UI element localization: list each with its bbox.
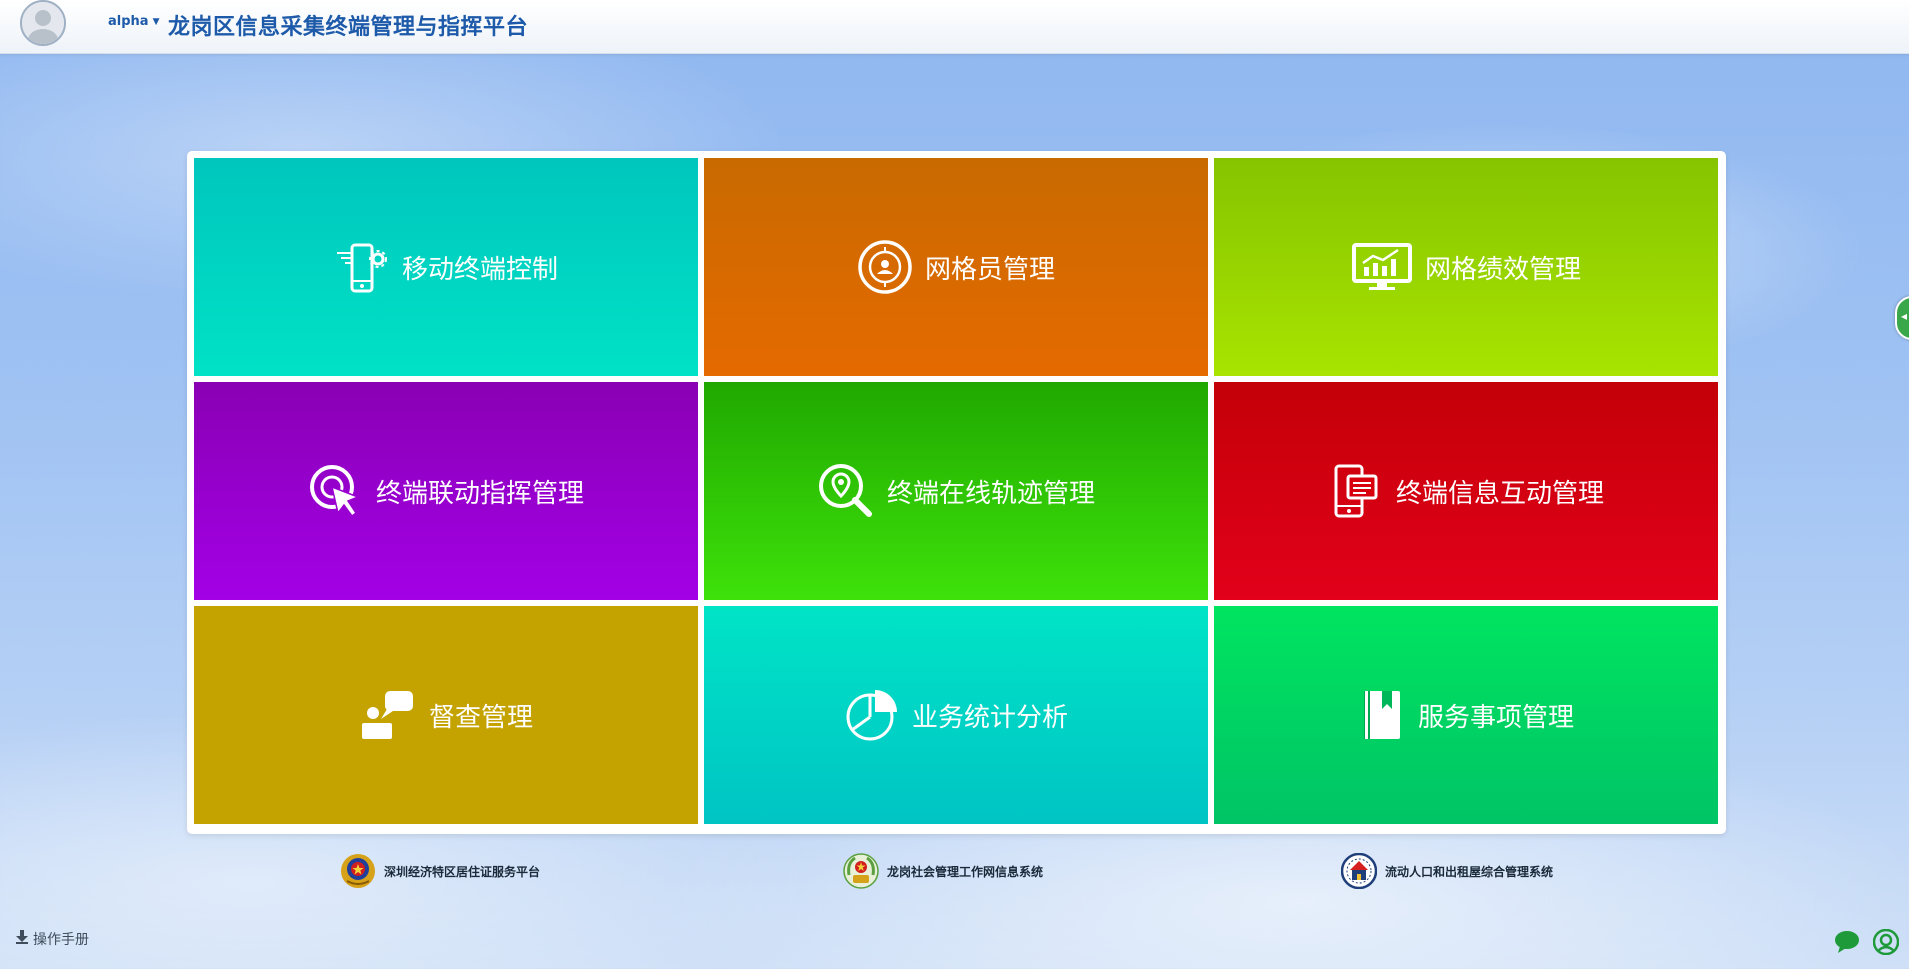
username-label: alpha: [108, 14, 149, 29]
support-agent-icon: [1872, 928, 1900, 956]
housing-emblem-icon: [1341, 853, 1377, 889]
tile-supervision-management[interactable]: 督查管理: [194, 606, 698, 824]
system-link-longgang-social-management[interactable]: 龙岗社会管理工作网信息系统: [843, 853, 1043, 889]
tile-label: 督查管理: [428, 702, 533, 733]
tile-label: 终端在线轨迹管理: [886, 478, 1095, 509]
system-link-label: 流动人口和出租屋综合管理系统: [1385, 864, 1554, 879]
monitor-chart-icon: [1351, 239, 1413, 295]
user-avatar[interactable]: [20, 0, 66, 46]
arrow-left-icon: ◂: [1901, 309, 1908, 323]
police-emblem-icon: [340, 853, 376, 889]
government-emblem-icon: [843, 853, 879, 889]
tile-label: 网格员管理: [924, 254, 1055, 285]
avatar-silhouette-icon: [22, 2, 64, 44]
tile-grid-performance-management[interactable]: 网格绩效管理: [1214, 158, 1718, 376]
tile-label: 终端联动指挥管理: [375, 478, 584, 509]
operation-manual-label: 操作手册: [33, 932, 89, 948]
operation-manual-link[interactable]: 操作手册: [16, 929, 89, 949]
chat-bubble-icon: [1835, 931, 1859, 953]
tile-label: 终端信息互动管理: [1395, 478, 1604, 509]
tile-grid-member-management[interactable]: 网格员管理: [704, 158, 1208, 376]
tile-service-item-management[interactable]: 服务事项管理: [1214, 606, 1718, 824]
download-icon: [16, 930, 28, 948]
pie-chart-icon: [844, 687, 900, 743]
grid-person-icon: [857, 239, 913, 295]
caret-down-icon: ▼: [152, 16, 160, 27]
tile-label: 移动终端控制: [401, 254, 558, 285]
support-button[interactable]: [1872, 928, 1900, 956]
module-panel: 移动终端控制 网格员管理 网格绩效管理 终端联动指挥管理 终端在线轨迹管理 终端…: [187, 151, 1726, 834]
system-link-label: 龙岗社会管理工作网信息系统: [887, 864, 1044, 879]
book-bookmark-icon: [1358, 687, 1406, 743]
system-link-residence-permit[interactable]: 深圳经济特区居住证服务平台: [340, 853, 540, 889]
tile-label: 服务事项管理: [1417, 702, 1574, 733]
tile-label: 网格绩效管理: [1424, 254, 1581, 285]
side-panel-toggle[interactable]: ◂: [1895, 296, 1909, 340]
tile-terminal-info-interaction[interactable]: 终端信息互动管理: [1214, 382, 1718, 600]
chat-button[interactable]: [1834, 929, 1860, 955]
system-link-label: 深圳经济特区居住证服务平台: [384, 864, 541, 879]
user-menu[interactable]: alpha ▼: [108, 14, 159, 29]
app-title: 龙岗区信息采集终端管理与指挥平台: [168, 15, 529, 40]
tile-label: 业务统计分析: [911, 702, 1068, 733]
system-link-floating-population-rental[interactable]: 流动人口和出租屋综合管理系统: [1341, 853, 1553, 889]
top-header: alpha ▼ 龙岗区信息采集终端管理与指挥平台: [0, 0, 1909, 54]
tile-business-statistics[interactable]: 业务统计分析: [704, 606, 1208, 824]
tile-terminal-online-track[interactable]: 终端在线轨迹管理: [704, 382, 1208, 600]
mobile-message-icon: [1328, 462, 1384, 520]
tile-terminal-linkage-command[interactable]: 终端联动指挥管理: [194, 382, 698, 600]
location-search-icon: [817, 462, 875, 520]
mobile-gear-icon: [334, 239, 390, 295]
target-cursor-icon: [308, 463, 364, 519]
tile-mobile-terminal-control[interactable]: 移动终端控制: [194, 158, 698, 376]
person-speech-icon: [359, 687, 417, 743]
